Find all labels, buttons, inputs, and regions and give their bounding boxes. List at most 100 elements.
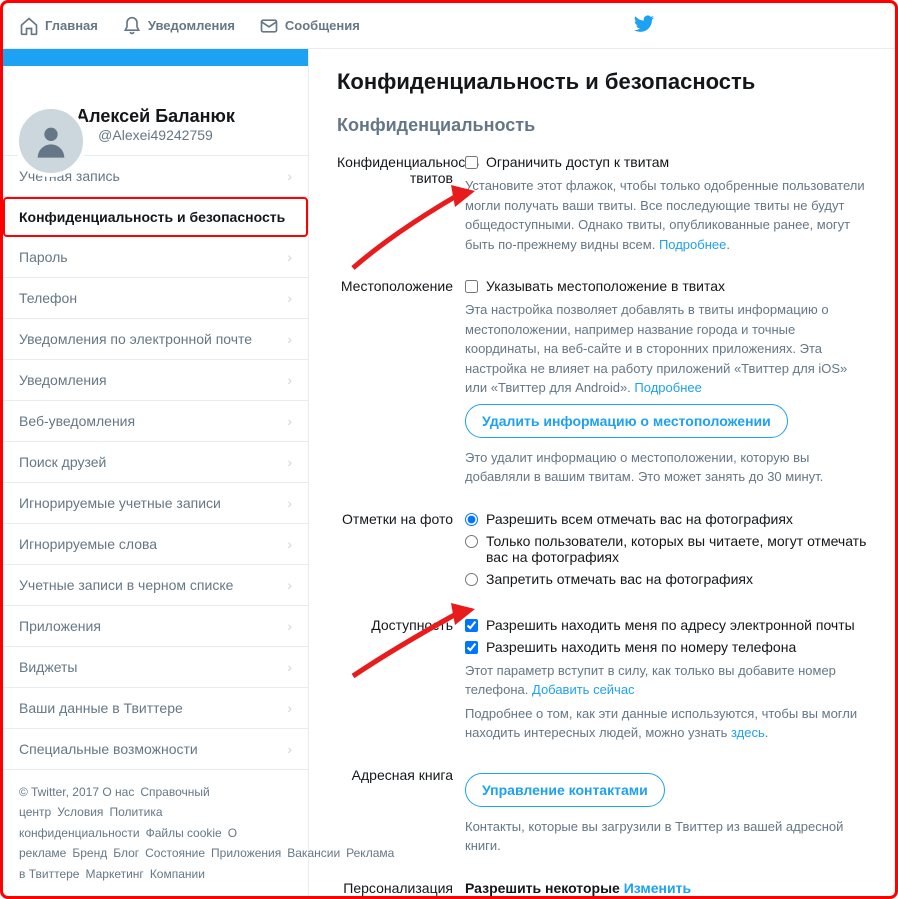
sidebar-item-6[interactable]: Веб-уведомления › (3, 401, 308, 442)
footer-link[interactable]: Бренд (72, 846, 107, 860)
setting-label: Местоположение (337, 278, 465, 487)
settings-sidebar: Алексей Баланюк @Alexei49242759 Учетная … (3, 49, 309, 896)
checkbox-add-location[interactable]: Указывать местоположение в твитах (465, 278, 867, 294)
sidebar-item-2[interactable]: Пароль › (3, 237, 308, 278)
sidebar-item-12[interactable]: Виджеты › (3, 647, 308, 688)
sidebar-item-9[interactable]: Игнорируемые слова › (3, 524, 308, 565)
sidebar-item-label: Уведомления (19, 372, 107, 388)
setting-label: Конфиденциальность твитов (337, 154, 465, 254)
checkbox-find-by-email[interactable]: Разрешить находить меня по адресу электр… (465, 617, 867, 633)
nav-home[interactable]: Главная (19, 16, 98, 36)
radio-tag-noone[interactable]: Запретить отмечать вас на фотографиях (465, 571, 867, 587)
profile-banner (3, 49, 308, 66)
sidebar-item-10[interactable]: Учетные записи в черном списке › (3, 565, 308, 606)
top-navigation: Главная Уведомления Сообщения (3, 3, 895, 49)
setting-personalization: Персонализация и данные Разрешить некото… (337, 880, 867, 897)
chevron-right-icon: › (287, 618, 292, 634)
sidebar-item-label: Веб-уведомления (19, 413, 135, 429)
sidebar-item-label: Телефон (19, 290, 77, 306)
sidebar-item-label: Игнорируемые учетные записи (19, 495, 221, 511)
setting-tweet-privacy: Конфиденциальность твитов Ограничить дос… (337, 154, 867, 254)
setting-after-desc: Это удалит информацию о местоположении, … (465, 448, 867, 487)
chevron-right-icon: › (287, 741, 292, 757)
radio-tag-anyone[interactable]: Разрешить всем отмечать вас на фотографи… (465, 511, 867, 527)
chevron-right-icon: › (287, 454, 292, 470)
change-personalization-link[interactable]: Изменить (624, 880, 691, 896)
chevron-right-icon: › (287, 168, 292, 184)
setting-desc: Установите этот флажок, чтобы только одо… (465, 176, 867, 254)
main-content: Конфиденциальность и безопасность Конфид… (309, 49, 895, 896)
learn-more-link[interactable]: Подробнее (659, 237, 726, 252)
bell-icon (122, 16, 142, 36)
chevron-right-icon: › (287, 536, 292, 552)
sidebar-item-label: Виджеты (19, 659, 78, 675)
radio-tag-following[interactable]: Только пользователи, которых вы читаете,… (465, 533, 867, 565)
chevron-right-icon: › (287, 700, 292, 716)
chevron-right-icon: › (287, 495, 292, 511)
footer-link[interactable]: Файлы cookie (146, 826, 222, 840)
section-title: Конфиденциальность (337, 115, 867, 136)
sidebar-item-label: Конфиденциальность и безопасность (19, 209, 285, 225)
sidebar-item-7[interactable]: Поиск друзей › (3, 442, 308, 483)
checkbox-protect-tweets[interactable]: Ограничить доступ к твитам (465, 154, 867, 170)
setting-desc: Этот параметр вступит в силу, как только… (465, 661, 867, 700)
personalization-status: Разрешить некоторые (465, 880, 620, 896)
twitter-logo-icon (633, 13, 655, 38)
nav-messages-label: Сообщения (285, 18, 360, 33)
setting-label: Персонализация и данные (337, 880, 465, 897)
nav-notifications-label: Уведомления (148, 18, 235, 33)
settings-nav-list: Учетная запись›Конфиденциальность и безо… (3, 156, 308, 770)
page-title: Конфиденциальность и безопасность (337, 69, 867, 95)
footer-link[interactable]: Приложения (211, 846, 281, 860)
sidebar-item-label: Приложения (19, 618, 101, 634)
setting-contacts: Адресная книга Управление контактами Кон… (337, 767, 867, 856)
learn-here-link[interactable]: здесь (731, 725, 765, 740)
envelope-icon (259, 16, 279, 36)
sidebar-footer: © Twitter, 2017 О насСправочный центрУсл… (3, 770, 308, 896)
sidebar-item-label: Поиск друзей (19, 454, 106, 470)
sidebar-item-5[interactable]: Уведомления › (3, 360, 308, 401)
footer-link[interactable]: Условия (57, 805, 103, 819)
chevron-right-icon: › (287, 249, 292, 265)
footer-link[interactable]: Состояние (145, 846, 205, 860)
sidebar-item-11[interactable]: Приложения › (3, 606, 308, 647)
add-phone-link[interactable]: Добавить сейчас (532, 682, 635, 697)
sidebar-item-label: Специальные возможности (19, 741, 198, 757)
sidebar-item-label: Ваши данные в Твиттере (19, 700, 183, 716)
delete-location-button[interactable]: Удалить информацию о местоположении (465, 404, 788, 438)
sidebar-item-label: Игнорируемые слова (19, 536, 157, 552)
setting-label: Отметки на фото (337, 511, 465, 593)
sidebar-item-14[interactable]: Специальные возможности › (3, 729, 308, 770)
setting-desc: Эта настройка позволяет добавлять в твит… (465, 300, 867, 398)
chevron-right-icon: › (287, 372, 292, 388)
sidebar-item-13[interactable]: Ваши данные в Твиттере › (3, 688, 308, 729)
setting-label: Доступность (337, 617, 465, 743)
checkbox-find-by-phone[interactable]: Разрешить находить меня по номеру телефо… (465, 639, 867, 655)
footer-link[interactable]: Блог (113, 846, 139, 860)
setting-photo-tagging: Отметки на фото Разрешить всем отмечать … (337, 511, 867, 593)
nav-messages[interactable]: Сообщения (259, 16, 360, 36)
sidebar-item-label: Пароль (19, 249, 68, 265)
avatar (15, 105, 87, 177)
setting-discoverability: Доступность Разрешить находить меня по а… (337, 617, 867, 743)
learn-more-link[interactable]: Подробнее (634, 380, 701, 395)
setting-label: Адресная книга (337, 767, 465, 856)
chevron-right-icon: › (287, 413, 292, 429)
manage-contacts-button[interactable]: Управление контактами (465, 773, 665, 807)
sidebar-item-4[interactable]: Уведомления по электронной почте› (3, 319, 308, 360)
footer-link[interactable]: Маркетинг (85, 867, 143, 881)
home-icon (19, 16, 39, 36)
nav-home-label: Главная (45, 18, 98, 33)
footer-link[interactable]: Компании (150, 867, 205, 881)
chevron-right-icon: › (287, 659, 292, 675)
sidebar-item-1[interactable]: Конфиденциальность и безопасность (3, 197, 308, 237)
sidebar-item-3[interactable]: Телефон› (3, 278, 308, 319)
setting-desc: Подробнее о том, как эти данные использу… (465, 704, 867, 743)
footer-link[interactable]: О нас (102, 785, 134, 799)
sidebar-item-label: Учетные записи в черном списке (19, 577, 233, 593)
chevron-right-icon: › (287, 577, 292, 593)
nav-notifications[interactable]: Уведомления (122, 16, 235, 36)
setting-location: Местоположение Указывать местоположение … (337, 278, 867, 487)
sidebar-item-8[interactable]: Игнорируемые учетные записи › (3, 483, 308, 524)
setting-desc: Контакты, которые вы загрузили в Твиттер… (465, 817, 867, 856)
